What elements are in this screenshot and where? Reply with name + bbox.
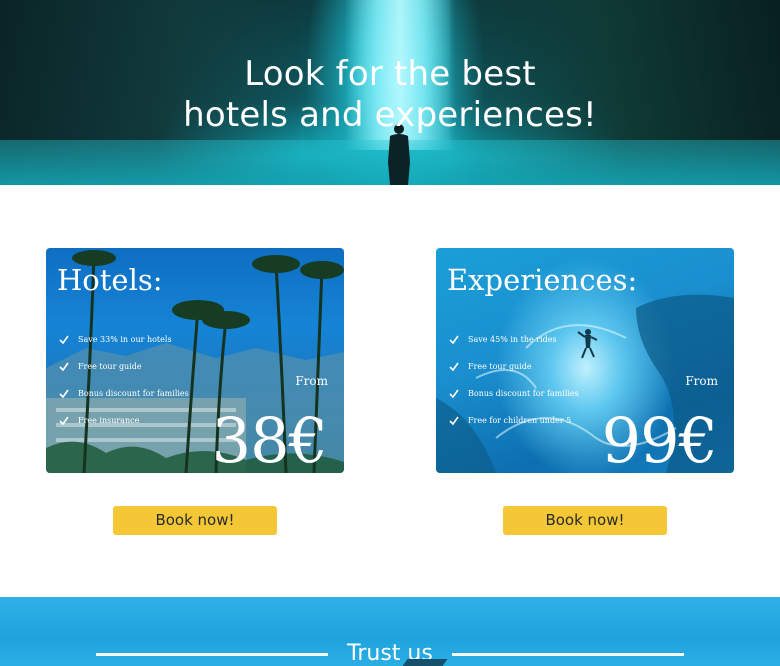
book-experiences-button[interactable]: Book now! — [503, 506, 667, 535]
feature-text: Free insurance — [78, 416, 140, 425]
hotels-feature-list: Save 33% in our hotels Free tour guide B… — [57, 332, 189, 440]
experiences-from-label: From — [685, 374, 718, 388]
check-icon — [59, 416, 69, 426]
trust-decoration — [400, 659, 448, 666]
hero-title: Look for the best hotels and experiences… — [0, 54, 780, 136]
list-item: Free for children under 5 — [447, 413, 579, 440]
check-icon — [59, 389, 69, 399]
check-icon — [59, 362, 69, 372]
list-item: Save 33% in our hotels — [57, 332, 189, 359]
feature-text: Bonus discount for families — [468, 389, 579, 398]
experiences-price: 99€ — [601, 404, 718, 474]
experiences-card: Experiences: Save 45% in the rides Free … — [436, 248, 734, 473]
check-icon — [449, 389, 459, 399]
experiences-feature-list: Save 45% in the rides Free tour guide Bo… — [447, 332, 579, 440]
feature-text: Free tour guide — [78, 362, 142, 371]
feature-text: Free tour guide — [468, 362, 532, 371]
list-item: Save 45% in the rides — [447, 332, 579, 359]
check-icon — [449, 416, 459, 426]
trust-section: Trust us — [0, 597, 780, 666]
hero-title-line1: Look for the best — [244, 54, 536, 94]
hero-title-line2: hotels and experiences! — [183, 95, 597, 135]
book-hotels-button[interactable]: Book now! — [113, 506, 277, 535]
list-item: Bonus discount for families — [57, 386, 189, 413]
list-item: Bonus discount for families — [447, 386, 579, 413]
check-icon — [59, 335, 69, 345]
list-item: Free insurance — [57, 413, 189, 440]
trust-title: Trust us — [347, 641, 433, 666]
hotels-from-label: From — [295, 374, 328, 388]
list-item: Free tour guide — [447, 359, 579, 386]
check-icon — [449, 362, 459, 372]
hotels-card-title: Hotels: — [57, 263, 163, 297]
hotels-price: 38€ — [211, 404, 328, 474]
feature-text: Bonus discount for families — [78, 389, 189, 398]
experiences-card-title: Experiences: — [447, 263, 638, 297]
hotels-card: Hotels: Save 33% in our hotels Free tour… — [46, 248, 344, 473]
feature-text: Save 45% in the rides — [468, 335, 557, 344]
feature-text: Save 33% in our hotels — [78, 335, 172, 344]
check-icon — [449, 335, 459, 345]
list-item: Free tour guide — [57, 359, 189, 386]
hero-banner: Look for the best hotels and experiences… — [0, 0, 780, 185]
feature-text: Free for children under 5 — [468, 416, 572, 425]
